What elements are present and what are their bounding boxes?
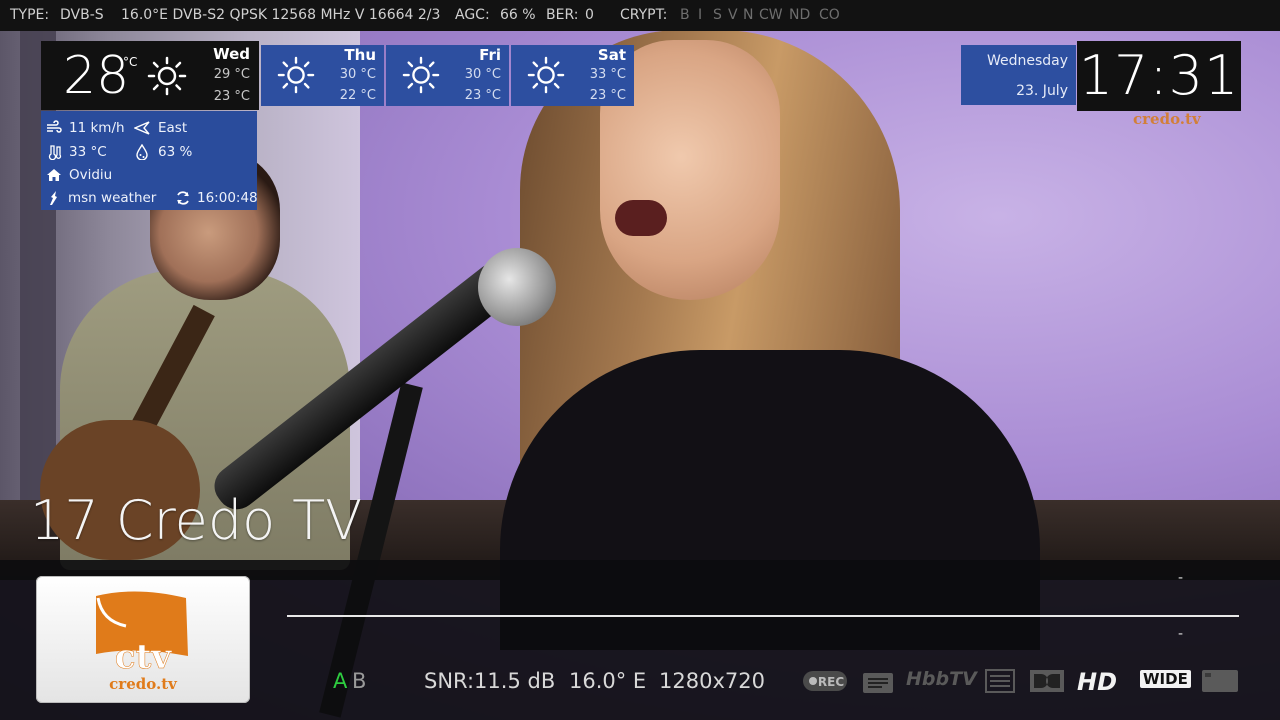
- refresh-icon: [177, 191, 189, 205]
- crypt-flag-cw: CW: [759, 7, 783, 23]
- wind-direction: East: [158, 120, 188, 136]
- sun-icon: [527, 56, 565, 94]
- provider-row: msn weather 16:00:48: [41, 187, 258, 209]
- cam-icon: [1202, 670, 1238, 692]
- logo-subtext: credo.tv: [109, 675, 178, 693]
- weather-provider-icon: [50, 191, 57, 205]
- weather-details-panel: 11 km/h East 33 °C 63 % Ovidiu msn weath…: [41, 111, 258, 210]
- channel-watermark: credo.tv: [1133, 110, 1201, 128]
- subtitles-icon: [985, 669, 1015, 693]
- epg-next-marker: -: [1178, 626, 1184, 642]
- tuner-info-bar: TYPE: DVB-S 16.0°E DVB-S2 QPSK 12568 MHz…: [0, 0, 1280, 31]
- home-icon: [47, 169, 61, 181]
- agc-value: 66 %: [500, 7, 536, 23]
- today-day: Wed: [213, 45, 250, 63]
- date: 23. July: [1016, 83, 1068, 99]
- video-resolution: 1280x720: [659, 669, 765, 693]
- sun-icon: [277, 56, 315, 94]
- wind-speed: 11 km/h: [69, 120, 125, 136]
- channel-name: 17 Credo TV: [30, 489, 363, 552]
- epg-now-marker: -: [1178, 570, 1184, 586]
- crypt-label: CRYPT:: [620, 7, 668, 23]
- weather-provider: msn weather: [68, 190, 157, 206]
- snr-value: SNR:11.5 dB: [424, 669, 556, 693]
- wide-indicator: WIDE: [1140, 670, 1191, 688]
- ber-label: BER:: [546, 7, 579, 23]
- wind-direction-icon: [134, 121, 150, 135]
- rec-label: REC: [818, 675, 844, 689]
- sun-icon: [147, 56, 187, 96]
- humidity: 63 %: [158, 144, 193, 160]
- dolby-icon: [1030, 670, 1064, 692]
- temperature-unit: °C: [123, 55, 138, 69]
- orbital-position: 16.0° E: [569, 669, 647, 693]
- forecast-low: 23 °C: [464, 88, 501, 103]
- forecast-low: 22 °C: [339, 88, 376, 103]
- agc-label: AGC:: [455, 7, 490, 23]
- microphone-head: [478, 248, 556, 326]
- type-label: TYPE:: [10, 7, 50, 23]
- forecast-day-name: Thu: [344, 46, 376, 64]
- forecast-low: 23 °C: [589, 88, 626, 103]
- forecast-day-name: Fri: [479, 46, 501, 64]
- today-low: 23 °C: [213, 89, 250, 104]
- rec-icon: REC: [803, 671, 847, 691]
- forecast-day-name: Sat: [597, 46, 626, 64]
- clock-panel: 17:31: [1077, 41, 1241, 111]
- crypt-flag-nd: ND: [789, 7, 811, 23]
- singer-mouth: [615, 200, 667, 236]
- epg-progress-line: [287, 615, 1239, 617]
- audio-track-b: B: [352, 669, 367, 693]
- hbbtv-indicator: HbbTV: [906, 668, 977, 690]
- crypt-flag-b: B: [680, 7, 690, 23]
- crypt-flag-n: N: [743, 7, 754, 23]
- forecast-high: 33 °C: [589, 67, 626, 82]
- weekday: Wednesday: [986, 53, 1068, 69]
- crypt-flag-i: I: [698, 7, 703, 23]
- crypt-flag-co: CO: [819, 7, 840, 23]
- weather-today-panel: 28 °C Wed 29 °C 23 °C: [41, 41, 259, 110]
- channel-logo: ctv credo.tv: [36, 576, 250, 703]
- wind-row: 11 km/h East: [41, 117, 257, 139]
- transponder-info: 16.0°E DVB-S2 QPSK 12568 MHz V 16664 2/3: [121, 7, 441, 23]
- wind-icon: [47, 120, 62, 133]
- audio-track-a: A: [333, 669, 348, 693]
- crypt-flag-s: S: [713, 7, 722, 23]
- today-high: 29 °C: [213, 67, 250, 82]
- weather-updated-time: 16:00:48: [197, 190, 258, 206]
- location-row: Ovidiu: [41, 164, 257, 186]
- type-value: DVB-S: [60, 7, 104, 23]
- crypt-flag-v: V: [728, 7, 738, 23]
- feels-like-temp: 33 °C: [69, 144, 107, 160]
- ber-value: 0: [585, 7, 594, 23]
- forecast-high: 30 °C: [464, 67, 501, 82]
- thermometer-icon: [48, 145, 62, 160]
- feels-row: 33 °C 63 %: [41, 141, 257, 163]
- forecast-day: Thu 30 °C 22 °C: [261, 45, 384, 106]
- forecast-high: 30 °C: [339, 67, 376, 82]
- teletext-icon: [863, 673, 893, 693]
- clock-time: 17:31: [1078, 44, 1240, 107]
- location-name: Ovidiu: [69, 167, 113, 183]
- hd-indicator: HD: [1077, 668, 1118, 696]
- forecast-day: Fri 30 °C 23 °C: [386, 45, 509, 106]
- ctv-logo-icon: ctv credo.tv: [96, 591, 188, 693]
- logo-text: ctv: [115, 637, 172, 677]
- date-panel: Wednesday 23. July: [961, 45, 1076, 105]
- forecast-day: Sat 33 °C 23 °C: [511, 45, 634, 106]
- current-temperature: 28: [63, 46, 130, 106]
- humidity-icon: [136, 144, 148, 160]
- sun-icon: [402, 56, 440, 94]
